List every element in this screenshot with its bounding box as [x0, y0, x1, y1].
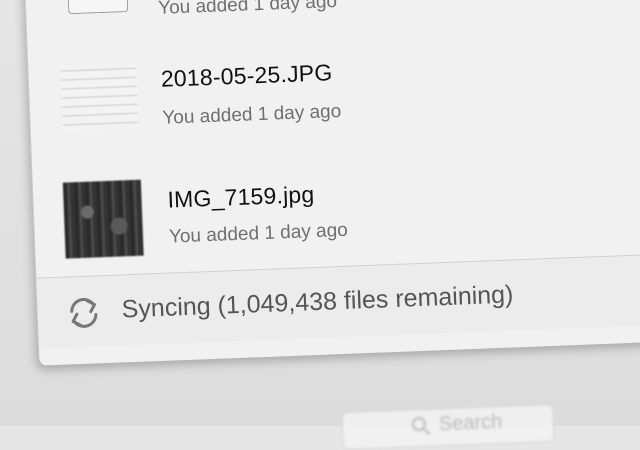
file-added-meta: You added 1 day ago [157, 0, 338, 19]
sync-status-text: Syncing (1,049,438 files remaining) [121, 280, 514, 324]
file-row[interactable]: 2018-05-25.JPG You added 1 day ago [28, 30, 640, 164]
search-placeholder: Search [438, 410, 503, 436]
search-icon [411, 417, 431, 435]
file-thumbnail [60, 62, 139, 132]
file-thumbnail [66, 0, 129, 15]
file-name: IMG_7159.jpg [167, 181, 315, 213]
file-thumbnail [62, 179, 144, 259]
file-added-meta: You added 1 day ago [162, 100, 342, 129]
file-name: 2018-05-25.JPG [160, 59, 333, 92]
file-row[interactable]: You added 1 day ago [25, 0, 640, 30]
search-input[interactable]: Search [341, 403, 555, 450]
file-added-meta: You added 1 day ago [168, 219, 349, 248]
recent-files-panel: You added 1 day ago 2018-05-25.JPG You a… [24, 0, 640, 366]
sync-icon [70, 298, 98, 328]
